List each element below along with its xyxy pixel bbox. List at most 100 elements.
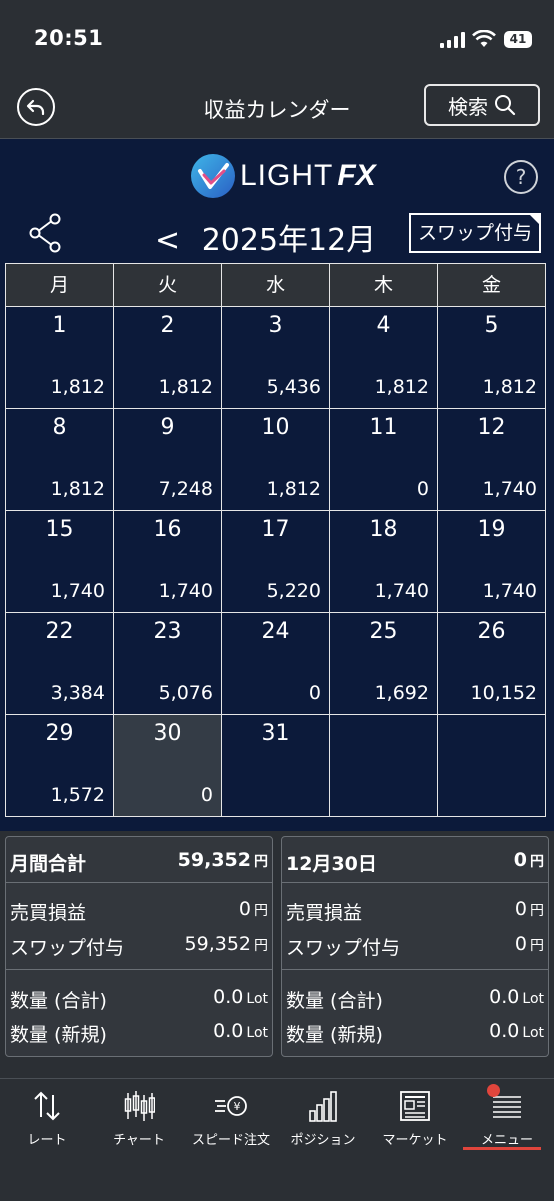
calendar-day-cell[interactable]: 31: [221, 714, 330, 817]
day-number: 3: [268, 313, 283, 338]
swap-value: 0: [514, 933, 527, 955]
day-number: 1: [52, 313, 67, 338]
trade-pl-value: 0: [514, 898, 527, 920]
calendar-day-cell[interactable]: 30 0: [113, 714, 222, 817]
day-total-label: 12月30日: [286, 853, 377, 875]
calendar-day-cell[interactable]: 22 3,384: [5, 612, 114, 715]
tab-position[interactable]: ポジション: [277, 1089, 369, 1148]
calendar-day-cell[interactable]: 23 5,076: [113, 612, 222, 715]
day-number: 17: [261, 517, 290, 542]
calendar-day-cell[interactable]: 25 1,692: [329, 612, 438, 715]
swap-filter-label: スワップ付与: [417, 222, 532, 244]
weekday-header: 月: [5, 263, 114, 307]
calendar-day-cell[interactable]: 18 1,740: [329, 510, 438, 613]
bottom-tab-bar: レート チャート ¥ スピード注文 ポジション マーケット メニュー: [0, 1078, 554, 1201]
share-icon[interactable]: [28, 213, 62, 253]
calendar-day-cell[interactable]: 8 1,812: [5, 408, 114, 511]
swap-filter-button[interactable]: スワップ付与: [409, 213, 541, 253]
tab-label: マーケット: [382, 1133, 448, 1148]
calendar-day-cell[interactable]: 16 1,740: [113, 510, 222, 613]
swap-label: スワップ付与: [10, 937, 125, 959]
battery-icon: 41: [504, 31, 532, 48]
yen-unit: 円: [530, 903, 544, 919]
qty-total-label: 数量 (合計): [286, 990, 383, 1012]
day-profit-value: 1,740: [374, 580, 429, 602]
day-number: 2: [160, 313, 175, 338]
lot-unit: Lot: [246, 991, 268, 1007]
monthly-summary-panel: 月間合計 59,352 円 売買損益 0円 スワップ付与 59,352 円 数量 (…: [5, 836, 273, 1057]
trade-pl-value: 0: [238, 898, 251, 920]
calendar-day-cell[interactable]: 11 0: [329, 408, 438, 511]
day-number: 5: [484, 313, 499, 338]
calendar-day-cell[interactable]: 29 1,572: [5, 714, 114, 817]
day-number: 4: [376, 313, 391, 338]
day-number: 8: [52, 415, 67, 440]
weekday-header: 水: [221, 263, 330, 307]
calendar-day-cell[interactable]: 4 1,812: [329, 306, 438, 409]
tab-chart[interactable]: チャート: [93, 1089, 185, 1148]
prev-month-button[interactable]: <: [155, 223, 180, 258]
calendar-day-cell[interactable]: 15 1,740: [5, 510, 114, 613]
qty-total-label: 数量 (合計): [10, 990, 107, 1012]
calendar-day-cell[interactable]: 9 7,248: [113, 408, 222, 511]
day-profit-value: 1,812: [266, 478, 321, 500]
search-button[interactable]: 検索: [424, 84, 540, 126]
day-total-row: 12月30日 0円: [286, 845, 544, 875]
calendar-day-cell[interactable]: 10 1,812: [221, 408, 330, 511]
day-number: 18: [369, 517, 398, 542]
yen-unit: 円: [530, 938, 544, 954]
day-profit-value: 1,740: [50, 580, 105, 602]
day-profit-value: 10,152: [470, 682, 537, 704]
yen-unit: 円: [254, 938, 268, 954]
tab-market[interactable]: マーケット: [369, 1089, 461, 1148]
day-profit-value: 1,812: [50, 376, 105, 398]
notification-badge: [487, 1084, 500, 1097]
day-profit-value: 1,740: [482, 580, 537, 602]
day-number: 29: [45, 721, 74, 746]
logo-text: LIGHT: [240, 159, 334, 192]
day-total-value: 0: [513, 849, 527, 871]
day-number: 26: [477, 619, 506, 644]
day-profit-value: 5,436: [266, 376, 321, 398]
trade-pl-label: 売買損益: [10, 902, 87, 924]
calendar-week-row: 8 1,812 9 7,248 10 1,812 11 0 12 1,740: [5, 408, 550, 511]
calendar-day-cell[interactable]: 2 1,812: [113, 306, 222, 409]
day-profit-value: 0: [200, 784, 213, 806]
swap-row: スワップ付与 59,352 円: [10, 929, 268, 959]
swap-row: スワップ付与 0円: [286, 929, 544, 959]
lot-unit: Lot: [522, 1025, 544, 1041]
qty-total-row: 数量 (合計) 0.0 Lot: [10, 982, 268, 1012]
search-button-label: 検索: [448, 94, 488, 119]
empty-day-cell: [437, 714, 546, 817]
calendar-day-cell[interactable]: 19 1,740: [437, 510, 546, 613]
day-number: 19: [477, 517, 506, 542]
help-button[interactable]: ?: [504, 160, 538, 194]
wifi-icon: [472, 30, 496, 47]
divider: [6, 969, 272, 970]
qty-new-label: 数量 (新規): [286, 1024, 383, 1046]
qty-total-value: 0.0: [213, 986, 244, 1008]
day-summary-panel: 12月30日 0円 売買損益 0円 スワップ付与 0円 数量 (合計) 0.0 L…: [281, 836, 549, 1057]
calendar-week-row: 22 3,384 23 5,076 24 0 25 1,692 26 10,152: [5, 612, 550, 715]
day-number: 11: [369, 415, 398, 440]
tab-menu[interactable]: メニュー: [461, 1089, 553, 1148]
calendar-week-row: 15 1,740 16 1,740 17 5,220 18 1,740 19 1,740: [5, 510, 550, 613]
calendar-day-cell[interactable]: 26 10,152: [437, 612, 546, 715]
qty-total-row: 数量 (合計) 0.0 Lot: [286, 982, 544, 1012]
trade-pl-row: 売買損益 0円: [286, 894, 544, 924]
calendar-day-cell[interactable]: 12 1,740: [437, 408, 546, 511]
day-profit-value: 1,692: [374, 682, 429, 704]
svg-text:¥: ¥: [234, 1100, 241, 1113]
calendar-day-cell[interactable]: 3 5,436: [221, 306, 330, 409]
calendar-day-cell[interactable]: 17 5,220: [221, 510, 330, 613]
calendar-day-cell[interactable]: 1 1,812: [5, 306, 114, 409]
tab-rate[interactable]: レート: [1, 1089, 93, 1148]
day-profit-value: 1,812: [482, 376, 537, 398]
calendar-day-cell[interactable]: 24 0: [221, 612, 330, 715]
day-profit-value: 0: [416, 478, 429, 500]
tab-speed-order[interactable]: ¥ スピード注文: [185, 1089, 277, 1148]
calendar-week-row: 29 1,572 30 0 31: [5, 714, 550, 817]
calendar-day-cell[interactable]: 5 1,812: [437, 306, 546, 409]
tab-label: レート: [27, 1133, 67, 1148]
day-profit-value: 5,220: [266, 580, 321, 602]
